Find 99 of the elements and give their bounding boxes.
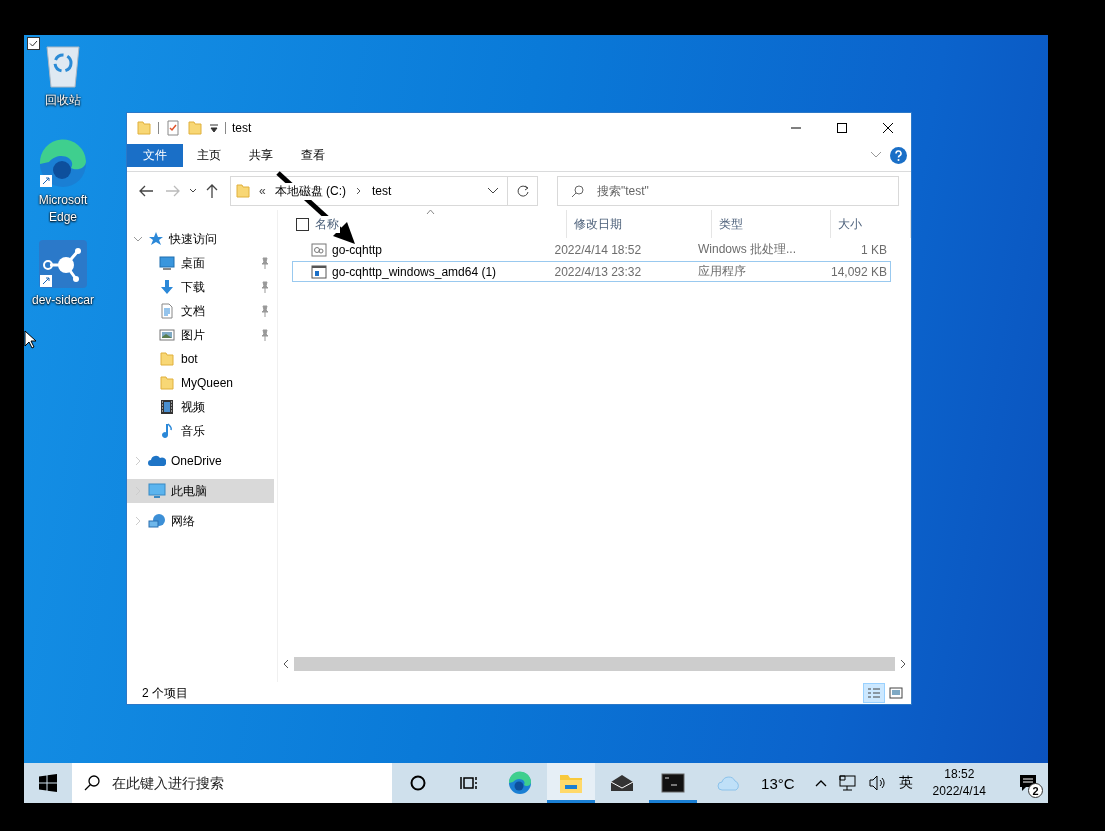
file-name: go-cqhttp	[332, 242, 383, 257]
network-icon[interactable]	[838, 775, 857, 791]
nav-item[interactable]: 网络	[127, 509, 274, 533]
large-icons-view-icon	[889, 687, 903, 699]
chevron-up-icon[interactable]	[814, 779, 827, 787]
terminal-icon	[661, 773, 685, 793]
download-arrow-icon	[159, 279, 175, 295]
help-icon[interactable]	[890, 146, 907, 164]
ribbon-tab[interactable]: 共享	[235, 143, 287, 167]
task-view-icon	[460, 775, 478, 791]
chevron-left-icon	[283, 660, 289, 668]
speaker-icon[interactable]	[868, 775, 887, 791]
up-arrow-icon[interactable]	[206, 184, 218, 198]
nav-item[interactable]: 文档	[127, 299, 274, 323]
edge-logo-icon	[38, 139, 88, 189]
application-window-icon	[311, 263, 327, 280]
clock[interactable]: 18:52 2022/4/14	[924, 766, 994, 800]
details-view-icon	[867, 687, 881, 699]
maximize-icon	[837, 123, 847, 133]
network-node-icon	[38, 239, 88, 289]
notification-button[interactable]: 2	[1008, 763, 1048, 803]
taskbar-search-field[interactable]: 在此键入进行搜索	[72, 763, 392, 803]
file-date: 2022/4/13 23:32	[553, 264, 643, 279]
column-header[interactable]: 类型	[712, 210, 831, 238]
circle-icon	[410, 775, 426, 791]
nav-item[interactable]: 视频	[127, 395, 274, 419]
nav-item[interactable]: OneDrive	[127, 449, 274, 473]
file-size: 14,092 KB	[829, 264, 888, 279]
chevron-right-icon[interactable]	[355, 187, 363, 195]
music-note-icon	[159, 423, 175, 439]
search-icon	[84, 775, 100, 791]
pin-icon	[260, 281, 270, 293]
ribbon-tab[interactable]: 查看	[287, 143, 339, 167]
file-tab[interactable]: 文件	[127, 143, 183, 167]
monitor-icon	[148, 483, 166, 499]
file-type: 应用程序	[696, 263, 747, 280]
column-header[interactable]: 大小	[831, 210, 911, 238]
file-row[interactable]: go-cqhttp 2022/4/14 18:52 Windows 批处理... 1 KB	[292, 239, 891, 260]
nav-item[interactable]: bot	[127, 347, 274, 371]
folder-icon	[159, 351, 175, 367]
sort-ascending-icon	[425, 209, 435, 215]
icon-label: dev-sidecar	[31, 292, 95, 309]
picture-icon	[159, 327, 175, 343]
chevron-down-icon[interactable]	[189, 188, 197, 194]
weather-temperature[interactable]: 13°C	[761, 774, 795, 792]
chevron-right-icon	[900, 660, 906, 668]
nav-item[interactable]: 此电脑	[127, 479, 274, 503]
folder-icon	[159, 375, 175, 391]
nav-item[interactable]: 桌面	[127, 251, 274, 275]
ribbon-tab[interactable]: 主页	[183, 143, 235, 167]
item-count: 2 个项目	[142, 684, 188, 702]
pin-icon	[260, 329, 270, 341]
checklist-icon[interactable]	[165, 120, 181, 136]
search-icon	[571, 185, 584, 198]
file-size: 1 KB	[860, 242, 888, 257]
close-icon	[883, 123, 893, 133]
folder-icon	[235, 183, 251, 199]
dropdown-caret-icon[interactable]	[209, 122, 219, 134]
nav-item[interactable]: MyQueen	[127, 371, 274, 395]
refresh-icon	[516, 185, 529, 197]
view-toggle-button[interactable]	[863, 683, 885, 703]
network-icon	[148, 513, 166, 529]
file-row[interactable]: go-cqhttp_windows_amd64 (1) 2022/4/13 23:32 应用程序 14,092 KB	[292, 261, 891, 282]
pin-icon	[260, 305, 270, 317]
nav-item[interactable]: 图片	[127, 323, 274, 347]
back-arrow-icon[interactable]	[139, 185, 153, 197]
folder-icon	[187, 120, 203, 136]
overflow-chevron[interactable]: «	[259, 184, 266, 198]
folder-icon	[136, 120, 152, 136]
icon-label: Microsoft Edge	[37, 192, 89, 226]
pin-icon	[260, 257, 270, 269]
nav-item[interactable]: 下载	[127, 275, 274, 299]
edge-logo-icon	[508, 771, 532, 795]
file-type: Windows 批处理...	[696, 241, 797, 258]
document-icon	[159, 303, 175, 319]
film-icon	[159, 399, 175, 415]
window-title: test	[232, 121, 252, 135]
file-date: 2022/4/14 18:52	[553, 242, 643, 257]
breadcrumb[interactable]: 本地磁盘 (C:)	[273, 182, 347, 200]
breadcrumb[interactable]: test	[371, 184, 393, 198]
envelope-icon	[610, 774, 634, 792]
checkbox-icon[interactable]	[296, 217, 309, 231]
windows-logo-icon	[39, 774, 57, 792]
input-method-indicator[interactable]: 英	[898, 774, 913, 792]
mouse-pointer-icon	[24, 330, 36, 349]
file-name: go-cqhttp_windows_amd64 (1)	[332, 264, 497, 279]
chevron-down-icon[interactable]	[487, 187, 499, 195]
desktop-icon	[159, 255, 175, 271]
checkbox-icon[interactable]	[27, 37, 40, 50]
cloud-icon	[148, 453, 166, 469]
column-header[interactable]: 名称	[309, 210, 567, 238]
nav-item[interactable]: 快速访问	[127, 227, 274, 251]
search-field[interactable]: 搜索"test"	[557, 176, 899, 206]
star-icon	[148, 231, 164, 247]
icon-label: 回收站	[44, 92, 82, 109]
column-header[interactable]: 修改日期	[567, 210, 712, 238]
nav-item[interactable]: 音乐	[127, 419, 274, 443]
gears-file-icon	[311, 241, 327, 258]
folder-icon	[559, 772, 583, 794]
